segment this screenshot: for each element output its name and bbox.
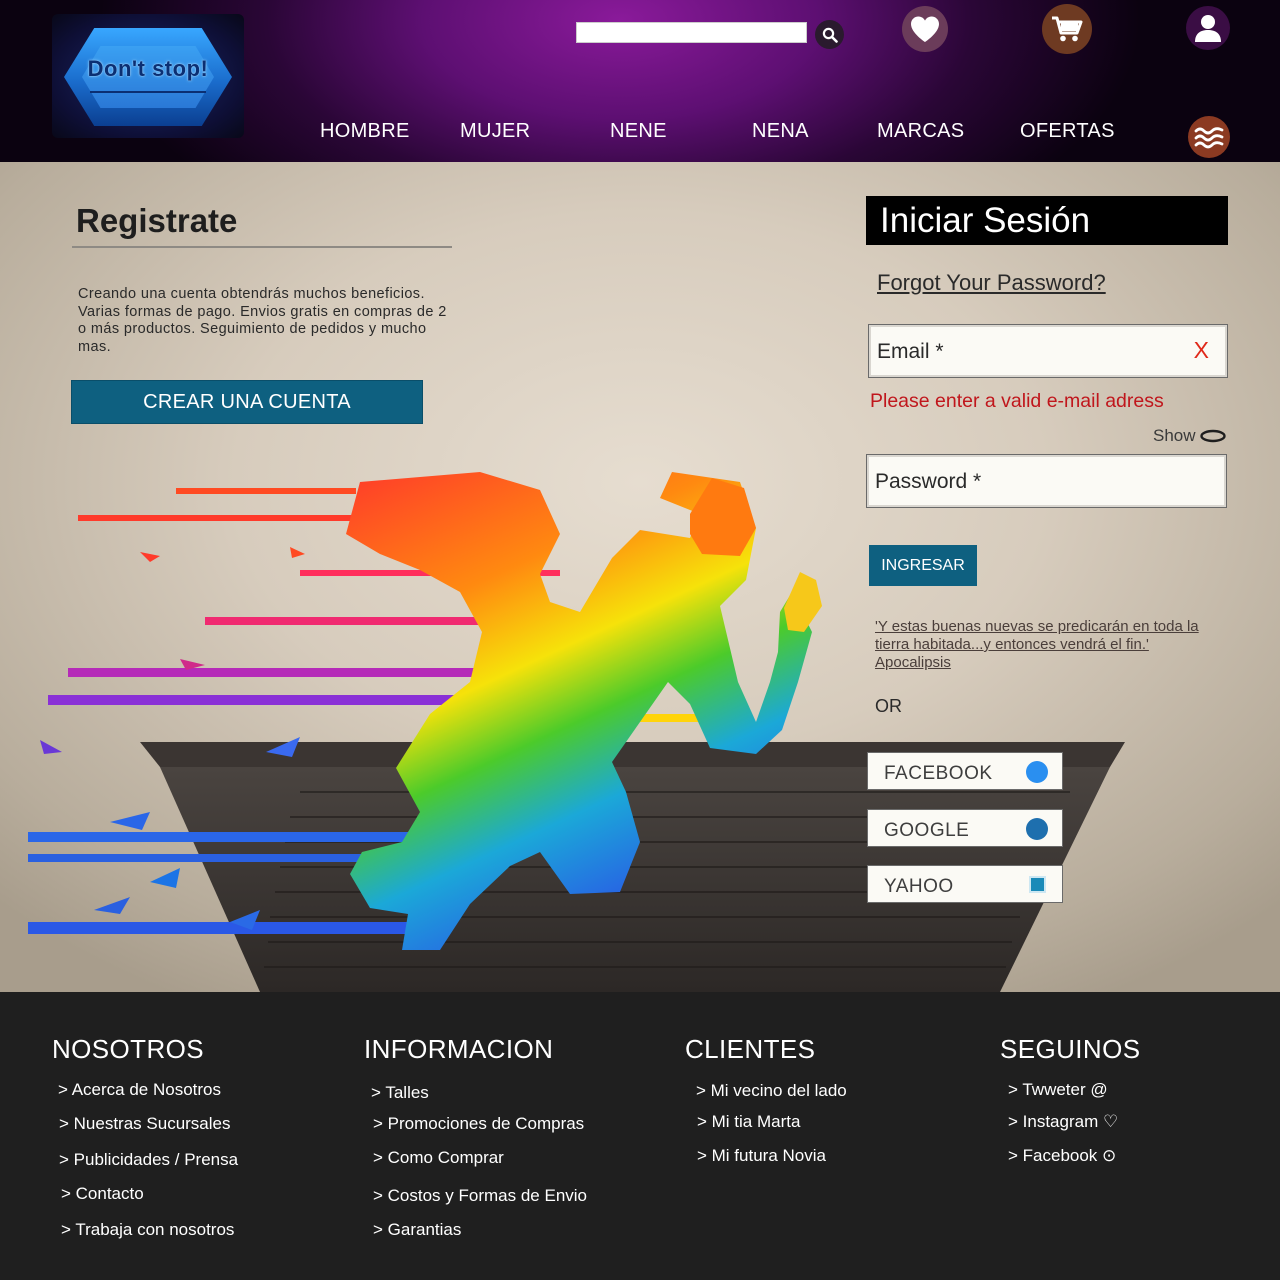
- account-button[interactable]: [1186, 6, 1230, 50]
- footer-link[interactable]: > Costos y Formas de Envio: [373, 1186, 587, 1206]
- yahoo-login-button[interactable]: YAHOO: [867, 865, 1063, 903]
- waves-icon: [1194, 127, 1224, 149]
- cart-icon: [1052, 16, 1083, 42]
- create-account-button[interactable]: CREAR UNA CUENTA: [71, 380, 423, 424]
- email-input[interactable]: [877, 337, 1177, 367]
- password-field-box: [866, 454, 1227, 508]
- google-circle-icon: [1026, 818, 1048, 840]
- user-icon: [1195, 15, 1221, 42]
- footer-link[interactable]: > Talles: [371, 1083, 429, 1103]
- login-submit-button[interactable]: INGRESAR: [869, 545, 977, 586]
- footer-link[interactable]: > Publicidades / Prensa: [59, 1150, 238, 1170]
- menu-button[interactable]: [1188, 116, 1230, 158]
- search-input[interactable]: [576, 22, 807, 43]
- main-content: Registrate Creando una cuenta obtendrás …: [0, 162, 1280, 992]
- quote-link[interactable]: 'Y estas buenas nuevas se predicarán en …: [875, 618, 1220, 672]
- register-title: Registrate: [76, 202, 238, 239]
- show-password-toggle[interactable]: Show: [1153, 426, 1226, 446]
- logo-text: Don't stop!: [87, 56, 209, 81]
- favorites-button[interactable]: [902, 6, 948, 52]
- heart-icon: [911, 16, 939, 42]
- cart-button[interactable]: [1042, 4, 1092, 54]
- nav-item-nene[interactable]: NENE: [610, 120, 667, 143]
- yahoo-login-label: YAHOO: [884, 876, 954, 897]
- nav-item-marcas[interactable]: MARCAS: [877, 120, 964, 143]
- google-login-button[interactable]: GOOGLE: [867, 809, 1063, 847]
- search-button[interactable]: [815, 20, 844, 49]
- or-separator: OR: [875, 696, 902, 716]
- show-password-label: Show: [1153, 426, 1196, 445]
- facebook-login-button[interactable]: FACEBOOK: [867, 752, 1063, 790]
- search-icon: [822, 27, 838, 43]
- footer-heading: SEGUINOS: [1000, 1034, 1141, 1064]
- footer-link[interactable]: > Trabaja con nosotros: [61, 1220, 234, 1240]
- yahoo-square-icon: [1029, 876, 1046, 893]
- footer-heading: NOSOTROS: [52, 1034, 204, 1064]
- footer-link[interactable]: > Mi vecino del lado: [696, 1081, 847, 1101]
- google-login-label: GOOGLE: [884, 820, 970, 841]
- login-title: Iniciar Sesión: [880, 201, 1091, 240]
- login-title-bar: Iniciar Sesión: [866, 196, 1228, 245]
- nav-item-nena[interactable]: NENA: [752, 120, 809, 143]
- email-error-message: Please enter a valid e-mail adress: [870, 390, 1164, 412]
- logo[interactable]: Don't stop!: [52, 14, 244, 138]
- nav-item-ofertas[interactable]: OFERTAS: [1020, 120, 1115, 143]
- forgot-password-link[interactable]: Forgot Your Password?: [877, 270, 1106, 296]
- clear-email-button[interactable]: X: [1194, 337, 1209, 364]
- facebook-login-label: FACEBOOK: [884, 763, 993, 784]
- eye-icon: [1199, 429, 1226, 443]
- facebook-circle-icon: [1026, 761, 1048, 783]
- register-divider: [72, 246, 452, 248]
- footer-link[interactable]: > Mi futura Novia: [697, 1146, 826, 1166]
- footer-link[interactable]: > Mi tia Marta: [697, 1112, 800, 1132]
- footer-link[interactable]: > Nuestras Sucursales: [59, 1114, 231, 1134]
- register-description: Creando una cuenta obtendrás muchos bene…: [78, 286, 447, 355]
- site-header: Don't stop! HOMBRE MUJER NENE NENA MARCA…: [0, 0, 1280, 162]
- password-input[interactable]: [875, 467, 1175, 497]
- footer-link[interactable]: > Como Comprar: [373, 1148, 504, 1168]
- footer-link[interactable]: > Contacto: [61, 1184, 144, 1204]
- footer-link[interactable]: > Garantias: [373, 1220, 461, 1240]
- nav-item-mujer[interactable]: MUJER: [460, 120, 530, 143]
- footer-link-twitter[interactable]: > Twweter @: [1008, 1080, 1108, 1100]
- footer-link-instagram[interactable]: > Instagram ♡: [1008, 1112, 1118, 1132]
- site-footer: NOSOTROS > Acerca de Nosotros > Nuestras…: [0, 992, 1280, 1280]
- nav-item-hombre[interactable]: HOMBRE: [320, 120, 410, 143]
- footer-link-facebook[interactable]: > Facebook ⊙: [1008, 1146, 1116, 1166]
- logo-underline: [90, 91, 206, 93]
- footer-heading: INFORMACION: [364, 1034, 554, 1064]
- footer-heading: CLIENTES: [685, 1034, 816, 1064]
- footer-link[interactable]: > Promociones de Compras: [373, 1114, 584, 1134]
- footer-link[interactable]: > Acerca de Nosotros: [58, 1080, 221, 1100]
- email-field-box: X: [868, 324, 1228, 378]
